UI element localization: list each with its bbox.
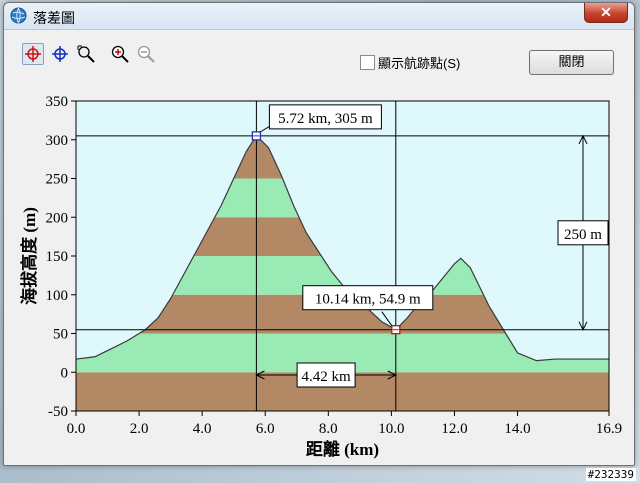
close-button[interactable]: 關閉 (529, 50, 614, 75)
x-axis-label: 距離 (km) (306, 439, 379, 459)
crosshair-blue-tool[interactable] (49, 43, 71, 65)
zoom-select-icon (77, 45, 95, 63)
show-waypoints-checkbox[interactable] (360, 55, 375, 70)
x-tick-label: 8.0 (319, 421, 338, 437)
x-tick-label: 12.0 (441, 421, 467, 437)
x-tick-label: 16.9 (596, 421, 622, 437)
y-tick-label: 0 (61, 365, 69, 381)
zoom-out-tool[interactable] (135, 43, 157, 65)
y-tick-label: -50 (48, 404, 68, 420)
watermark: #232339 (585, 468, 636, 481)
crosshair-red-tool[interactable] (22, 43, 44, 65)
x-tick-label: 4.0 (193, 421, 212, 437)
window-title: 落差圖 (33, 10, 75, 26)
distance-diff-label: 4.42 km (302, 369, 352, 385)
profile-window: 落差圖 ✕ 顯示航跡點(S) 關閉 -50 0 50 100 150 200 2… (3, 2, 635, 466)
show-waypoints-label[interactable]: 顯示航跡點(S) (378, 53, 460, 72)
x-tick-label: 0.0 (67, 421, 86, 437)
zoom-in-icon (111, 45, 129, 63)
crosshair-blue-icon (52, 46, 68, 62)
y-tick-label: 350 (46, 94, 69, 110)
elevation-chart: -50 0 50 100 150 200 250 300 350 0.0 2.0 4.0 6.0 8.0 1… (15, 91, 628, 459)
x-tick-label: 2.0 (130, 421, 149, 437)
y-tick-label: 250 (46, 172, 69, 188)
x-tick-label: 10.0 (378, 421, 404, 437)
cursor-label: 10.14 km, 54.9 m (315, 292, 421, 308)
y-axis-label: 海拔高度 (m) (19, 207, 39, 305)
y-tick-label: 50 (53, 327, 68, 343)
x-tick-label: 6.0 (256, 421, 275, 437)
y-tick-label: 200 (46, 210, 69, 226)
zoom-out-icon (137, 45, 155, 63)
x-tick-label: 14.0 (504, 421, 530, 437)
height-diff-label: 250 m (564, 227, 602, 243)
crosshair-red-icon (25, 46, 41, 62)
toolbar: 顯示航跡點(S) 關閉 (4, 43, 634, 75)
y-tick-label: 300 (46, 133, 69, 149)
window-close-button[interactable]: ✕ (584, 3, 628, 23)
y-tick-label: 150 (46, 249, 69, 265)
peak-label: 5.72 km, 305 m (278, 111, 373, 127)
zoom-in-tool[interactable] (109, 43, 131, 65)
y-tick-label: 100 (46, 288, 69, 304)
elevation-profile-svg[interactable]: -50 0 50 100 150 200 250 300 350 0.0 2.0 4.0 6.0 8.0 1… (15, 91, 628, 459)
globe-icon (10, 7, 27, 24)
title-bar[interactable]: 落差圖 ✕ (4, 3, 634, 30)
zoom-select-tool[interactable] (75, 43, 97, 65)
